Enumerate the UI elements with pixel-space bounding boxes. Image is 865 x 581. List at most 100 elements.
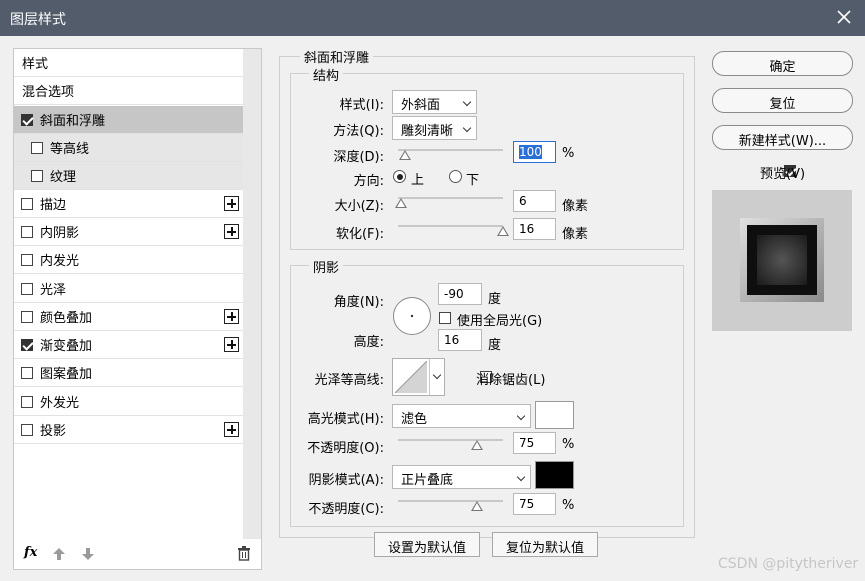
outer-glow-checkbox[interactable] <box>21 395 33 408</box>
list-item-gradient-overlay[interactable]: 渐变叠加 <box>14 331 243 359</box>
fx-icon[interactable]: fx <box>24 545 37 560</box>
shadow-opacity-slider-thumb[interactable] <box>470 501 483 511</box>
soften-slider-thumb[interactable] <box>497 226 509 236</box>
size-slider[interactable] <box>398 197 503 199</box>
add-gradient-overlay-plus-icon[interactable] <box>224 337 239 352</box>
shadow-opacity-slider[interactable] <box>398 500 503 502</box>
highlight-mode-label: 高光模式(H): <box>307 412 384 427</box>
move-up-icon[interactable] <box>52 547 66 561</box>
technique-select[interactable]: 雕刻清晰 <box>392 116 477 140</box>
set-default-button[interactable]: 设置为默认值 <box>374 532 480 557</box>
direction-down-label: 下 <box>466 173 480 188</box>
drop-shadow-checkbox[interactable] <box>21 423 33 436</box>
list-item-inner-shadow[interactable]: 内阴影 <box>14 218 243 246</box>
highlight-opacity-unit: % <box>562 437 575 452</box>
list-item-bevel-emboss[interactable]: 斜面和浮雕 <box>14 106 243 134</box>
bevel-checkbox[interactable] <box>21 113 33 126</box>
list-header-styles[interactable]: 样式 <box>14 49 243 77</box>
shadow-mode-select[interactable]: 正片叠底 <box>392 465 531 489</box>
drop-shadow-label: 投影 <box>40 424 67 439</box>
global-light-checkbox[interactable] <box>439 312 451 324</box>
inner-glow-label: 内发光 <box>40 254 80 269</box>
bevel-label: 斜面和浮雕 <box>40 114 106 129</box>
inner-shadow-label: 内阴影 <box>40 226 80 241</box>
direction-down-radio[interactable] <box>449 170 462 183</box>
list-item-pattern-overlay[interactable]: 图案叠加 <box>14 359 243 387</box>
blend-options-label: 混合选项 <box>22 85 75 100</box>
depth-slider-thumb[interactable] <box>399 150 412 160</box>
list-item-blend-options[interactable]: 混合选项 <box>14 77 243 105</box>
depth-input[interactable]: 100 <box>513 141 556 163</box>
bevel-section-title: 斜面和浮雕 <box>300 47 374 66</box>
color-overlay-label: 颜色叠加 <box>40 311 93 326</box>
angle-label: 角度(N): <box>333 295 384 310</box>
pattern-overlay-checkbox[interactable] <box>21 366 33 379</box>
size-slider-thumb[interactable] <box>395 198 408 208</box>
highlight-mode-select[interactable]: 滤色 <box>392 404 531 428</box>
texture-checkbox[interactable] <box>31 169 43 182</box>
gradient-overlay-checkbox[interactable] <box>21 338 33 351</box>
shadow-mode-value: 正片叠底 <box>401 473 454 488</box>
highlight-mode-value: 滤色 <box>401 412 428 427</box>
list-item-satin[interactable]: 光泽 <box>14 275 243 303</box>
altitude-input[interactable]: 16 <box>438 329 482 351</box>
highlight-opacity-slider[interactable] <box>398 439 503 441</box>
add-drop-shadow-plus-icon[interactable] <box>224 422 239 437</box>
highlight-color-swatch[interactable] <box>535 401 574 429</box>
move-down-icon[interactable] <box>81 547 95 561</box>
technique-select-value: 雕刻清晰 <box>401 124 454 139</box>
inner-glow-checkbox[interactable] <box>21 253 33 266</box>
new-style-button[interactable]: 新建样式(W)... <box>712 125 853 150</box>
gloss-contour-picker[interactable] <box>392 358 445 396</box>
size-label: 大小(Z): <box>334 199 384 214</box>
angle-input[interactable]: -90 <box>438 283 482 305</box>
direction-label: 方向: <box>353 174 384 189</box>
shading-title: 阴影 <box>309 257 344 276</box>
list-item-texture[interactable]: 纹理 <box>14 162 243 190</box>
chevron-down-icon <box>462 97 472 107</box>
size-input[interactable]: 6 <box>513 190 556 212</box>
list-item-stroke[interactable]: 描边 <box>14 190 243 218</box>
style-select[interactable]: 外斜面 <box>392 90 477 114</box>
contour-linear-icon <box>395 361 427 393</box>
gradient-overlay-label: 渐变叠加 <box>40 339 93 354</box>
list-item-outer-glow[interactable]: 外发光 <box>14 388 243 416</box>
list-item-inner-glow[interactable]: 内发光 <box>14 246 243 274</box>
contour-checkbox[interactable] <box>31 141 43 154</box>
shadow-mode-label: 阴影模式(A): <box>308 473 384 488</box>
reset-button[interactable]: 复位 <box>712 88 853 113</box>
satin-checkbox[interactable] <box>21 282 33 295</box>
depth-slider[interactable] <box>398 149 503 151</box>
ok-button[interactable]: 确定 <box>712 51 853 76</box>
preview-shape <box>747 225 817 295</box>
shadow-color-swatch[interactable] <box>535 461 574 489</box>
soften-slider[interactable] <box>398 225 503 227</box>
depth-value: 100 <box>519 145 542 159</box>
add-stroke-plus-icon[interactable] <box>224 196 239 211</box>
list-item-color-overlay[interactable]: 颜色叠加 <box>14 303 243 331</box>
contour-label: 等高线 <box>50 142 90 157</box>
add-inner-shadow-plus-icon[interactable] <box>224 224 239 239</box>
stroke-checkbox[interactable] <box>21 197 33 210</box>
list-item-drop-shadow[interactable]: 投影 <box>14 416 243 444</box>
direction-up-radio[interactable] <box>393 170 406 183</box>
color-overlay-checkbox[interactable] <box>21 310 33 323</box>
soften-input[interactable]: 16 <box>513 218 556 240</box>
angle-dial[interactable] <box>392 296 432 336</box>
watermark: CSDN @pitytheriver <box>718 556 859 572</box>
shadow-opacity-input[interactable]: 75 <box>513 493 556 515</box>
close-icon[interactable] <box>833 6 855 28</box>
texture-label: 纹理 <box>50 170 77 185</box>
reset-default-button[interactable]: 复位为默认值 <box>492 532 598 557</box>
scrollbar[interactable] <box>243 49 261 539</box>
highlight-opacity-label: 不透明度(O): <box>307 441 384 456</box>
stroke-label: 描边 <box>40 198 67 213</box>
add-color-overlay-plus-icon[interactable] <box>224 309 239 324</box>
size-unit: 像素 <box>562 199 589 214</box>
highlight-opacity-input[interactable]: 75 <box>513 432 556 454</box>
depth-label: 深度(D): <box>333 150 384 165</box>
inner-shadow-checkbox[interactable] <box>21 225 33 238</box>
highlight-opacity-slider-thumb[interactable] <box>470 440 483 450</box>
trash-icon[interactable] <box>237 546 251 561</box>
list-item-contour[interactable]: 等高线 <box>14 134 243 162</box>
